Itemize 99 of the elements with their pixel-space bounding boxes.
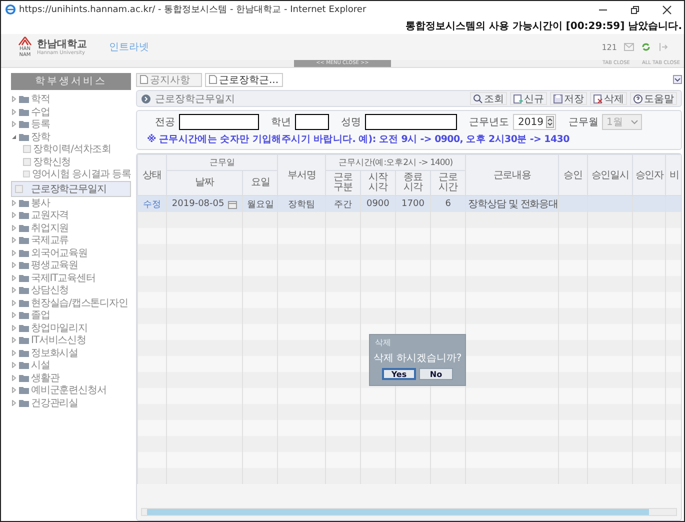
restore-icon[interactable] bbox=[630, 4, 640, 14]
sidebar-item[interactable]: 예비군훈련신청서 bbox=[11, 384, 131, 396]
collapse-arrow-icon[interactable] bbox=[11, 134, 17, 140]
column-header: 근무시간(예:오후2시 -> 1400) bbox=[325, 154, 466, 170]
column-header: 종료 시각 bbox=[395, 170, 431, 196]
close-icon[interactable] bbox=[662, 4, 672, 14]
page-title: 근로장학근무일지 bbox=[155, 92, 235, 106]
table-cell: 장학팀 bbox=[288, 200, 316, 210]
dialog-title: 삭제 bbox=[374, 337, 392, 349]
column-header: 근로 구분 bbox=[325, 170, 360, 196]
dialog-button[interactable]: Yes bbox=[382, 368, 416, 380]
column-header: 시작 시각 bbox=[360, 170, 396, 196]
logo-icon bbox=[17, 36, 33, 46]
field-label: 근무월 bbox=[568, 116, 598, 129]
caret-icon bbox=[630, 120, 638, 124]
sidebar-item[interactable]: 현장실습/캡스톤디자인 bbox=[11, 296, 131, 309]
document-icon bbox=[140, 75, 148, 84]
column-header: 날짜 bbox=[166, 170, 243, 196]
toolbar-button[interactable]: 신규 bbox=[510, 92, 547, 105]
table-cell: 1700 bbox=[402, 199, 424, 209]
sidebar-item[interactable]: 국제교류 bbox=[11, 234, 131, 246]
column-header: 요일 bbox=[242, 170, 278, 196]
toolbar-button[interactable]: 저장 bbox=[550, 92, 587, 105]
field-label: 근무년도 bbox=[469, 116, 509, 129]
sidebar-item[interactable]: 취업지원 bbox=[11, 222, 131, 234]
toolbar-button[interactable]: 삭제 bbox=[590, 92, 627, 105]
page-bullet-icon bbox=[141, 94, 151, 104]
input-field[interactable] bbox=[179, 114, 259, 130]
notice-text: ※ 근무시간에는 숫자만 기입해주시기 바랍니다. 예): 오전 9시 -> 0900, 오후 2시30분 -> 1430 bbox=[147, 133, 570, 146]
sidebar-subitem[interactable]: 근로장학근무일지 bbox=[11, 180, 131, 196]
table-cell: 장학상담 및 전화응대 bbox=[468, 199, 558, 210]
help-icon bbox=[633, 94, 643, 104]
session-timer: 통합정보시스템의 사용 가능시간이 [00:29:59] 남았습니다. bbox=[405, 21, 682, 32]
sidebar-item[interactable]: 봉사 bbox=[11, 196, 131, 209]
column-header: 승인 bbox=[558, 154, 588, 196]
sidebar-item[interactable]: 생활관 bbox=[11, 372, 131, 384]
tab[interactable]: 공지사항 bbox=[136, 72, 202, 86]
sidebar-item[interactable]: 시설 bbox=[11, 359, 131, 372]
sidebar-item[interactable]: IT서비스신청 bbox=[11, 334, 131, 346]
field-label: 전공 bbox=[155, 116, 175, 129]
sidebar-item[interactable]: 창업마일리지 bbox=[11, 322, 131, 334]
column-header: 근로내용 bbox=[466, 154, 559, 196]
sidebar-item[interactable]: 평생교육원 bbox=[11, 259, 131, 272]
input-field[interactable] bbox=[365, 114, 457, 130]
table-cell: 2019-08-05 bbox=[172, 199, 224, 209]
intranet-link[interactable]: 인트라넷 bbox=[109, 40, 149, 54]
refresh-icon[interactable] bbox=[641, 42, 651, 52]
sidebar-subitem[interactable]: 장학이력/석차조회 bbox=[11, 143, 131, 156]
window-title: https://unihints.hannam.ac.kr/ - 통합정보시스템 - 한남대학교 - Internet Explorer bbox=[19, 4, 368, 16]
logo-text: 한남대학교 bbox=[37, 38, 87, 50]
sidebar-item[interactable]: 국제IT교육센터 bbox=[11, 272, 131, 284]
column-header: 근무일 bbox=[166, 154, 278, 170]
save-icon bbox=[553, 94, 563, 104]
document-icon bbox=[209, 75, 217, 84]
sidebar-item[interactable]: 교원자격 bbox=[11, 209, 131, 222]
year-spinner[interactable]: 2019 bbox=[513, 114, 556, 130]
sidebar-subitem[interactable]: 장학신청 bbox=[11, 156, 131, 168]
browser-logo-icon bbox=[5, 4, 16, 15]
field-label: 성명 bbox=[341, 116, 361, 129]
column-header: 비 bbox=[666, 154, 681, 196]
field-label: 학년 bbox=[271, 116, 291, 129]
table-cell: 월요일 bbox=[246, 200, 274, 210]
column-header: 승인자 bbox=[632, 154, 666, 196]
toolbar-button[interactable]: 도움말 bbox=[630, 92, 677, 105]
sidebar-item[interactable]: 졸업 bbox=[11, 309, 131, 322]
tab-list-icon[interactable] bbox=[673, 75, 682, 84]
column-header: 상태 bbox=[138, 154, 166, 196]
horizontal-scrollbar[interactable] bbox=[141, 508, 677, 516]
search-icon bbox=[473, 94, 483, 104]
input-field[interactable] bbox=[295, 114, 329, 130]
table-cell: 0900 bbox=[366, 199, 390, 209]
message-count: 121 bbox=[602, 42, 617, 52]
new-icon bbox=[513, 94, 523, 104]
table-row[interactable]: 수정 2019-08-05 월요일 장학팀 주간 0900 1700 6 장학상담 및 전화응대 bbox=[138, 196, 681, 212]
dialog-message: 삭제 하시겠습니까? bbox=[372, 352, 463, 365]
dialog-button[interactable]: No bbox=[419, 368, 453, 380]
table-cell: 6 bbox=[445, 199, 451, 209]
tab[interactable]: 근로장학근... bbox=[205, 72, 283, 86]
mail-icon[interactable] bbox=[624, 43, 634, 51]
sidebar-item[interactable]: 수업 bbox=[11, 106, 131, 118]
sidebar-title: 학부생서비스 bbox=[11, 73, 131, 90]
sidebar-item[interactable]: 외국어교육원 bbox=[11, 246, 131, 259]
logout-icon[interactable] bbox=[658, 42, 668, 52]
table-cell: 주간 bbox=[334, 200, 352, 210]
status-link[interactable]: 수정 bbox=[142, 200, 161, 210]
column-header: 부서명 bbox=[278, 154, 326, 196]
sidebar-item[interactable]: 상담신청 bbox=[11, 284, 131, 296]
sidebar-item[interactable]: 정보화시설 bbox=[11, 346, 131, 359]
column-header: 근로 시간 bbox=[430, 170, 466, 196]
sidebar-item[interactable]: 등록 bbox=[11, 118, 131, 130]
spin-arrows-icon[interactable] bbox=[546, 116, 554, 128]
sidebar-subitem[interactable]: 영어시험 응시결과 등록 bbox=[11, 168, 131, 180]
calendar-icon[interactable] bbox=[228, 200, 238, 208]
sidebar-item[interactable]: 건강관리실 bbox=[11, 396, 131, 409]
column-header: 승인일시 bbox=[587, 154, 633, 196]
sidebar-item[interactable]: 장학 bbox=[11, 130, 131, 143]
sidebar-item[interactable]: 학적 bbox=[11, 93, 131, 106]
delete-icon bbox=[593, 94, 603, 104]
toolbar-button[interactable]: 조회 bbox=[470, 92, 507, 105]
